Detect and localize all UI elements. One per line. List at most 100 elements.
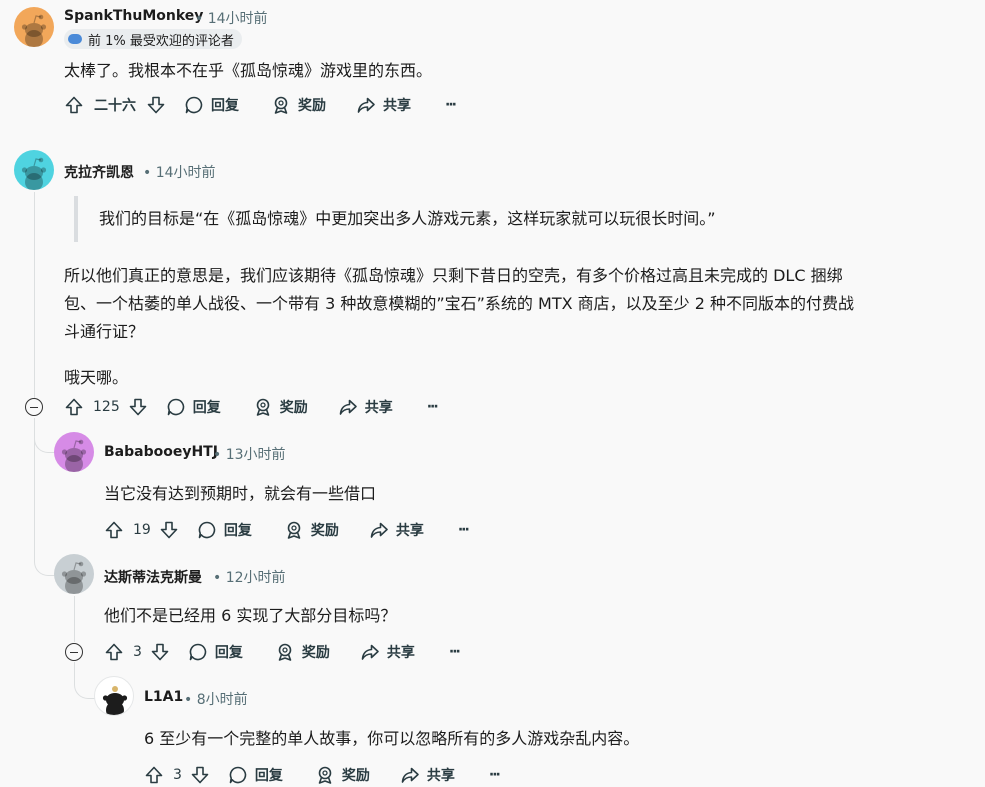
share-icon xyxy=(356,95,376,115)
comment-time: 14小时前 xyxy=(155,165,216,181)
comment-meta: • 14小时前 xyxy=(143,162,216,182)
downvote-icon[interactable] xyxy=(159,520,179,540)
comment-action-bar: 二十六 回复 奖励 共享 ··· xyxy=(64,93,457,117)
award-button[interactable]: 奖励 xyxy=(275,642,330,662)
comment-action-bar: 19 回复 奖励 共享 ··· xyxy=(104,518,470,542)
avatar[interactable] xyxy=(54,432,94,472)
upvote-icon[interactable] xyxy=(104,642,124,662)
avatar[interactable] xyxy=(54,554,94,594)
reply-button[interactable]: 回复 xyxy=(184,95,239,115)
comment-meta: • 13小时前 xyxy=(213,444,286,464)
comment-body: 太棒了。我根本不在乎《孤岛惊魂》游戏里的东西。 xyxy=(64,57,432,85)
award-label: 奖励 xyxy=(298,98,326,114)
comment-icon xyxy=(197,520,217,540)
share-icon xyxy=(369,520,389,540)
downvote-icon[interactable] xyxy=(146,95,166,115)
comment-icon xyxy=(188,642,208,662)
award-icon xyxy=(275,642,295,662)
more-options-button[interactable]: ··· xyxy=(445,97,457,113)
comment-paragraph: 包、一个枯萎的单人战役、一个带有 3 种故意模糊的”宝石”系统的 MTX 商店，… xyxy=(64,294,854,313)
comment-author[interactable]: BababooeyHTJ xyxy=(104,444,218,460)
vote-count: 3 xyxy=(133,644,142,660)
vote-count: 125 xyxy=(93,399,120,415)
thread-line-main xyxy=(34,192,35,398)
comment-author[interactable]: 达斯蒂法克斯曼 xyxy=(104,567,202,587)
award-label: 奖励 xyxy=(279,400,308,416)
share-icon xyxy=(400,765,420,785)
snoo-avatar-icon xyxy=(14,150,54,190)
flair-text: 前 1% 最受欢迎的评论者 xyxy=(88,33,234,49)
snoo-avatar-icon xyxy=(54,554,94,594)
comment-meta: • 8小时前 xyxy=(184,689,248,709)
reply-label: 回复 xyxy=(223,523,252,539)
upvote-icon[interactable] xyxy=(64,95,84,115)
share-label: 共享 xyxy=(383,98,411,114)
comment-paragraph: 哦天哪。 xyxy=(64,368,129,387)
thread-hook-l1a1 xyxy=(74,662,95,699)
comment-meta: • 14小时前 xyxy=(195,8,268,28)
share-label: 共享 xyxy=(364,400,393,416)
comment-icon xyxy=(184,95,204,115)
more-options-button[interactable]: ··· xyxy=(449,644,461,660)
avatar[interactable] xyxy=(94,676,134,716)
comment-author[interactable]: L1A1 xyxy=(144,689,183,705)
award-icon xyxy=(253,397,273,417)
thread-hook-babab xyxy=(34,418,55,453)
reply-button[interactable]: 回复 xyxy=(188,642,243,662)
share-button[interactable]: 共享 xyxy=(360,642,415,662)
upvote-icon[interactable] xyxy=(104,520,124,540)
separator-dot: • xyxy=(213,570,222,586)
comment-author[interactable]: 克拉齐凯恩 xyxy=(64,162,134,182)
comment-action-bar: 3 回复 奖励 共享 ··· xyxy=(104,640,461,664)
comment-body: 他们不是已经用 6 实现了大部分目标吗？ xyxy=(104,602,396,630)
snoo-avatar-icon xyxy=(14,7,54,47)
upvote-icon[interactable] xyxy=(64,397,84,417)
comment-time: 12小时前 xyxy=(225,570,286,586)
award-icon xyxy=(284,520,304,540)
more-options-button[interactable]: ··· xyxy=(427,399,439,415)
share-button[interactable]: 共享 xyxy=(369,520,424,540)
award-label: 奖励 xyxy=(341,768,370,784)
comment-icon xyxy=(228,765,248,785)
share-button[interactable]: 共享 xyxy=(338,397,393,417)
award-label: 奖励 xyxy=(310,523,339,539)
reply-label: 回复 xyxy=(254,768,283,784)
avatar[interactable] xyxy=(14,7,54,47)
comment-paragraph: 6 至少有一个完整的单人故事，你可以忽略所有的多人游戏杂乱内容。 xyxy=(144,729,640,748)
comment-paragraph: 他们不是已经用 6 实现了大部分目标吗？ xyxy=(104,606,397,625)
reply-button[interactable]: 回复 xyxy=(228,765,283,785)
comment-body: 6 至少有一个完整的单人故事，你可以忽略所有的多人游戏杂乱内容。 xyxy=(144,725,639,753)
award-button[interactable]: 奖励 xyxy=(284,520,339,540)
award-button[interactable]: 奖励 xyxy=(271,95,326,115)
award-button[interactable]: 奖励 xyxy=(253,397,308,417)
collapse-thread-button[interactable] xyxy=(65,643,83,661)
separator-dot: • xyxy=(143,165,152,181)
collapse-thread-button[interactable] xyxy=(25,398,43,416)
share-label: 共享 xyxy=(395,523,424,539)
comment-paragraph: 当它没有达到预期时，就会有一些借口 xyxy=(104,484,377,503)
downvote-icon[interactable] xyxy=(150,642,170,662)
downvote-icon[interactable] xyxy=(128,397,148,417)
share-label: 共享 xyxy=(386,645,415,661)
user-flair: 前 1% 最受欢迎的评论者 xyxy=(64,29,242,49)
comment-paragraph: 斗通行证？ xyxy=(64,322,145,341)
separator-dot: • xyxy=(184,692,193,708)
more-options-button[interactable]: ··· xyxy=(458,522,470,538)
comment-icon xyxy=(166,397,186,417)
comment-author[interactable]: SpankThuMonkey xyxy=(64,8,203,24)
share-button[interactable]: 共享 xyxy=(356,95,411,115)
thread-line-dusty xyxy=(74,596,75,642)
award-icon xyxy=(271,95,291,115)
share-button[interactable]: 共享 xyxy=(400,765,455,785)
blockquote xyxy=(74,196,78,242)
award-button[interactable]: 奖励 xyxy=(315,765,370,785)
upvote-icon[interactable] xyxy=(144,765,164,785)
downvote-icon[interactable] xyxy=(190,765,210,785)
reply-button[interactable]: 回复 xyxy=(166,397,221,417)
comment-paragraph: 所以他们真正的意思是，我们应该期待《孤岛惊魂》只剩下昔日的空壳，有多个价格过高且… xyxy=(64,266,843,285)
snoo-avatar-icon xyxy=(54,432,94,472)
more-options-button[interactable]: ··· xyxy=(489,767,501,783)
reply-button[interactable]: 回复 xyxy=(197,520,252,540)
avatar[interactable] xyxy=(14,150,54,190)
comment-action-bar: 3 回复 奖励 共享 ··· xyxy=(144,763,501,787)
